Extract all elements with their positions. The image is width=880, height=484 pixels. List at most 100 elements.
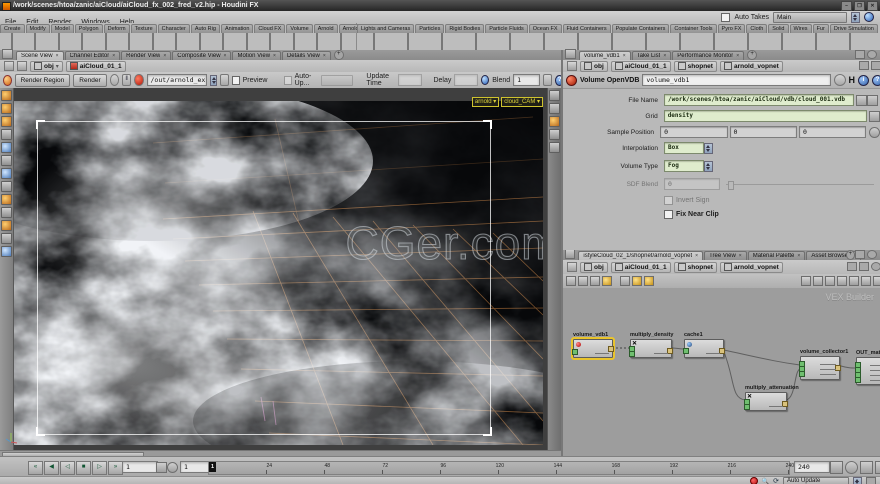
shelf-tool[interactable]: Draw Curve — [212, 33, 236, 50]
viewport-tool-icon[interactable] — [1, 181, 12, 192]
shelf-tool[interactable]: Curve — [188, 33, 212, 50]
viewport-tool-icon[interactable] — [549, 116, 560, 127]
wire-style-icon[interactable] — [813, 276, 823, 286]
shelf-tab[interactable]: Wires — [790, 24, 812, 33]
pane-tab[interactable]: Scene View× — [16, 51, 64, 60]
render-region-button[interactable]: Render Region — [15, 74, 71, 87]
auto-update-checkbox[interactable] — [284, 76, 291, 85]
pane-tab[interactable]: Performance Monitor× — [672, 51, 744, 60]
viewport-tool-icon[interactable] — [1, 116, 12, 127]
pane-menu-icon[interactable] — [2, 49, 13, 59]
recook-icon[interactable] — [834, 74, 846, 86]
viewport-tool-icon[interactable] — [1, 103, 12, 114]
shelf-tool[interactable]: L-System — [141, 33, 165, 50]
param-filter-field[interactable] — [859, 61, 869, 70]
shelf-tool[interactable]: Metaball — [118, 33, 142, 50]
shelf-tool[interactable]: Stereo Ca... — [799, 33, 833, 50]
shelf-tab[interactable]: Drive Simulation — [830, 24, 878, 33]
pin-icon[interactable] — [567, 61, 577, 71]
tab-close-icon[interactable]: × — [739, 253, 742, 259]
shelf-tab[interactable]: Particles — [415, 24, 444, 33]
pane-tab[interactable]: Render View× — [121, 51, 171, 60]
shelf-tool[interactable]: Geometry... — [493, 33, 527, 50]
clear-channel-icon[interactable] — [869, 127, 880, 138]
shelf-tool[interactable]: Caustic Li... — [697, 33, 731, 50]
pane-tab[interactable]: Details View× — [282, 51, 331, 60]
shelf-tool[interactable]: Camera — [357, 33, 391, 50]
resize-grip-icon[interactable] — [866, 477, 876, 484]
shelf-tab[interactable]: Polygon — [75, 24, 103, 33]
shelf-tab[interactable]: Rigid Bodies — [445, 24, 484, 33]
grid-snap-icon[interactable] — [620, 276, 630, 286]
tab-close-icon[interactable]: × — [224, 53, 227, 59]
path-crumb[interactable]: obj — [580, 262, 608, 273]
pane-tab[interactable]: Tree View× — [704, 251, 747, 260]
badge-icon[interactable] — [566, 276, 576, 286]
pane-menu-icon[interactable] — [565, 49, 576, 59]
shelf-tab[interactable]: Populate Containers — [612, 24, 670, 33]
pane-tab[interactable]: Take List× — [632, 51, 672, 60]
shelf-tab[interactable]: Fluid Containers — [563, 24, 611, 33]
output-pin[interactable] — [835, 365, 841, 371]
shelf-tool[interactable]: Environm... — [595, 33, 629, 50]
pin-icon[interactable] — [4, 61, 14, 71]
take-select[interactable]: Main — [773, 12, 847, 23]
shelf-tool[interactable]: Tube — [47, 33, 71, 50]
viewport-tool-icon[interactable] — [549, 90, 560, 101]
render-output-select[interactable]: /out/arnold_exr — [147, 74, 208, 86]
sample-y-field[interactable]: 0 — [730, 126, 797, 138]
maximize-button[interactable]: ❐ — [854, 1, 865, 11]
path-crumb[interactable]: shopnet — [674, 61, 717, 72]
interrupt-icon[interactable] — [750, 477, 758, 484]
shelf-tool[interactable]: Null — [306, 33, 330, 50]
refresh-icon[interactable]: ⟳ — [773, 477, 779, 484]
shelf-tab[interactable]: Solid — [768, 24, 788, 33]
history-icon[interactable] — [859, 262, 869, 271]
shelf-tab[interactable]: Modify — [26, 24, 50, 33]
update-mode-stepper[interactable] — [853, 477, 862, 484]
shelf-tab[interactable]: Particle Fluids — [485, 24, 528, 33]
template-flag-icon[interactable] — [590, 276, 600, 286]
render-viewport[interactable]: CGer.com — [0, 88, 561, 450]
transport-button[interactable]: ■ — [76, 461, 91, 475]
menu-arrow-icon[interactable] — [869, 111, 880, 122]
playback-options-icon[interactable] — [830, 461, 843, 474]
sample-x-field[interactable]: 0 — [660, 126, 727, 138]
path-crumb[interactable]: shopnet — [674, 262, 717, 273]
shelf-tab[interactable]: Model — [51, 24, 74, 33]
tab-close-icon[interactable]: × — [112, 53, 115, 59]
shelf-tab[interactable]: Texture — [131, 24, 157, 33]
shelf-tab[interactable]: Arnold — [314, 24, 338, 33]
input-pin[interactable] — [683, 348, 689, 354]
pane-tab[interactable]: istyleCloud_02_1/shopnet/arnold_vopnet× — [578, 251, 703, 260]
viewport-tool-icon[interactable] — [1, 220, 12, 231]
grid-field[interactable]: density — [664, 110, 867, 122]
path-crumb[interactable]: aiCloud_01_1 — [611, 262, 671, 273]
pause-icon[interactable]: ‖ — [122, 74, 131, 86]
blend-field[interactable]: 1 — [513, 74, 540, 86]
shelf-tool[interactable]: Ambient L... — [765, 33, 799, 50]
transport-button[interactable]: ◀ — [44, 461, 59, 475]
pane-tab[interactable]: volume_vdb1× — [579, 51, 631, 60]
preview-checkbox[interactable] — [232, 76, 239, 85]
connect-icon[interactable] — [801, 276, 811, 286]
viewport-tool-icon[interactable] — [1, 129, 12, 140]
shelf-tab[interactable]: Auto Rig — [191, 24, 220, 33]
shelf-tab[interactable]: Lights and Cameras — [357, 24, 414, 33]
help-icon[interactable] — [871, 262, 880, 271]
tab-close-icon[interactable]: × — [56, 53, 59, 59]
viewport-tool-icon[interactable] — [1, 155, 12, 166]
shelf-tab[interactable]: Ocean FX — [529, 24, 562, 33]
align-icon[interactable] — [837, 276, 847, 286]
close-button[interactable]: ✕ — [867, 1, 878, 11]
shelf-tool[interactable]: Rivet — [329, 33, 353, 50]
volume-type-select[interactable]: Fog — [664, 160, 704, 172]
shelf-tool[interactable]: File — [282, 33, 306, 50]
input-pin[interactable] — [799, 371, 805, 377]
transport-button[interactable]: ◁ — [60, 461, 75, 475]
pane-tab[interactable]: Composite View× — [172, 51, 231, 60]
shelf-tab[interactable]: Fur — [813, 24, 829, 33]
tab-close-icon[interactable]: × — [323, 53, 326, 59]
input-pin[interactable] — [744, 404, 750, 410]
playhead[interactable]: 1 — [209, 462, 216, 472]
